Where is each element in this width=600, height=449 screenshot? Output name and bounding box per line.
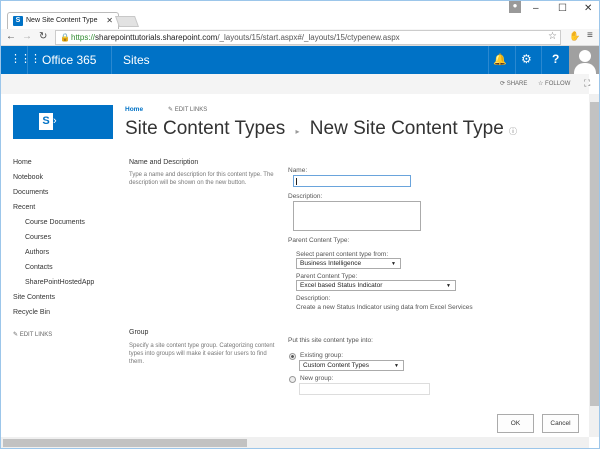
- extension-icon[interactable]: ✋: [569, 31, 580, 42]
- nav-sharepointhostedapp[interactable]: SharePointHostedApp: [25, 279, 94, 286]
- section-desc-group: Specify a site content type group. Categ…: [129, 343, 275, 365]
- bookmark-star-icon[interactable]: ☆: [548, 31, 557, 42]
- parent-content-type-label: Parent Content Type:: [288, 237, 350, 244]
- section-desc-name: Type a name and description for this con…: [129, 172, 274, 186]
- nav-notebook[interactable]: Notebook: [13, 174, 43, 181]
- maximize-button[interactable]: ☐: [558, 3, 567, 14]
- sharepoint-logo-icon: S: [39, 113, 53, 130]
- horizontal-scrollbar[interactable]: [1, 437, 589, 448]
- follow-label: FOLLOW: [545, 81, 571, 87]
- ok-button[interactable]: OK: [497, 414, 534, 433]
- reload-icon[interactable]: ↻: [39, 31, 47, 42]
- minimize-button[interactable]: –: [533, 3, 539, 14]
- new-group-radio[interactable]: [289, 376, 296, 383]
- vertical-scrollbar[interactable]: [589, 94, 599, 437]
- user-profile-icon[interactable]: ●: [509, 1, 521, 13]
- url-path: /_layouts/15/start.aspx#/_layouts/15/cty…: [217, 33, 400, 42]
- parent-type-select[interactable]: Excel based Status Indicator: [296, 280, 456, 291]
- sharepoint-favicon-icon: S: [13, 16, 23, 26]
- section-title-name: Name and Description: [129, 159, 199, 166]
- parent-desc-text: Create a new Status Indicator using data…: [296, 304, 473, 311]
- parent-type-label: Parent Content Type:: [296, 273, 358, 280]
- nav-recycle-bin[interactable]: Recycle Bin: [13, 309, 50, 316]
- new-group-input[interactable]: [299, 383, 430, 395]
- cancel-button[interactable]: Cancel: [542, 414, 579, 433]
- url-scheme: https://: [71, 33, 96, 42]
- site-logo[interactable]: S ›: [13, 105, 113, 139]
- app-launcher-icon[interactable]: ⋮⋮⋮: [10, 52, 41, 65]
- ribbon-bar: ⟳ SHARE ☆ FOLLOW ⛶: [1, 74, 590, 94]
- nav-edit-links[interactable]: ✎ EDIT LINKS: [13, 331, 52, 338]
- url-input[interactable]: 🔒 https://sharepointtutorials.sharepoint.…: [55, 30, 561, 45]
- focus-mode-icon[interactable]: ⛶: [584, 78, 590, 89]
- nav-recent[interactable]: Recent: [13, 204, 35, 211]
- existing-group-radio[interactable]: [289, 353, 296, 360]
- existing-group-label: Existing group:: [300, 352, 343, 359]
- url-domain: sharepointtutorials.sharepoint.com: [95, 33, 218, 42]
- nav-authors[interactable]: Authors: [25, 249, 49, 256]
- section-title-group: Group: [129, 329, 149, 336]
- browser-window: S New Site Content Type ✕ ● – ☐ ✕ ← → ↻ 🔒 h…: [0, 0, 600, 449]
- follow-button[interactable]: ☆ FOLLOW: [538, 80, 570, 87]
- office365-link[interactable]: Office 365: [42, 53, 96, 67]
- tab-title: New Site Content Type: [26, 17, 98, 24]
- nav-edit-links-label: EDIT LINKS: [19, 332, 53, 338]
- existing-group-select[interactable]: Custom Content Types: [299, 360, 404, 371]
- page-title: New Site Content Type: [309, 118, 504, 139]
- edit-links-label: EDIT LINKS: [174, 107, 208, 113]
- browser-tab[interactable]: S New Site Content Type ✕: [7, 12, 119, 29]
- settings-gear-icon[interactable]: ⚙: [521, 52, 532, 66]
- address-bar-row: ← → ↻ 🔒 https://sharepointtutorials.share…: [1, 29, 599, 46]
- menu-icon[interactable]: ≡: [587, 30, 593, 41]
- parent-desc-label: Description:: [296, 295, 331, 302]
- new-tab-button[interactable]: [114, 16, 140, 27]
- sites-link[interactable]: Sites: [123, 53, 150, 67]
- suite-bar: ⋮⋮⋮ Office 365 Sites 🔔 ⚙ ?: [1, 46, 599, 74]
- notification-bell-icon[interactable]: 🔔: [493, 53, 507, 66]
- share-label: SHARE: [506, 81, 528, 87]
- user-avatar[interactable]: [569, 46, 599, 74]
- name-label: Name:: [288, 167, 308, 174]
- forward-icon[interactable]: →: [22, 31, 32, 42]
- breadcrumb-separator-icon: ▸: [295, 127, 300, 136]
- back-icon[interactable]: ←: [6, 31, 16, 42]
- close-window-button[interactable]: ✕: [584, 3, 592, 14]
- help-icon[interactable]: ?: [552, 52, 559, 66]
- parent-group-select[interactable]: Business Intelligence: [296, 258, 401, 269]
- nav-documents[interactable]: Documents: [13, 189, 48, 196]
- tab-strip: S New Site Content Type ✕ ● – ☐ ✕: [1, 1, 599, 29]
- info-icon[interactable]: ⓘ: [509, 127, 517, 136]
- description-textarea[interactable]: [293, 201, 421, 231]
- nav-courses[interactable]: Courses: [25, 234, 51, 241]
- nav-contacts[interactable]: Contacts: [25, 264, 53, 271]
- breadcrumb-parent[interactable]: Site Content Types: [125, 118, 285, 139]
- logo-arrow: ›: [53, 115, 57, 127]
- top-edit-links[interactable]: ✎ EDIT LINKS: [168, 106, 207, 113]
- nav-course-documents[interactable]: Course Documents: [25, 219, 85, 226]
- share-button[interactable]: ⟳ SHARE: [500, 80, 527, 87]
- nav-home[interactable]: Home: [13, 159, 32, 166]
- nav-site-contents[interactable]: Site Contents: [13, 294, 55, 301]
- page-title-area: Site Content Types ▸ New Site Content Ty…: [125, 118, 517, 140]
- vertical-scroll-thumb[interactable]: [590, 102, 599, 406]
- close-tab-icon[interactable]: ✕: [106, 16, 113, 25]
- horizontal-scroll-thumb[interactable]: [3, 439, 247, 447]
- name-input[interactable]: [293, 175, 411, 187]
- top-nav-home[interactable]: Home: [125, 106, 143, 113]
- put-into-label: Put this site content type into:: [288, 337, 373, 344]
- new-group-label: New group:: [300, 375, 334, 382]
- select-from-label: Select parent content type from:: [296, 251, 389, 258]
- lock-icon: 🔒: [60, 33, 70, 42]
- description-label: Description:: [288, 193, 323, 200]
